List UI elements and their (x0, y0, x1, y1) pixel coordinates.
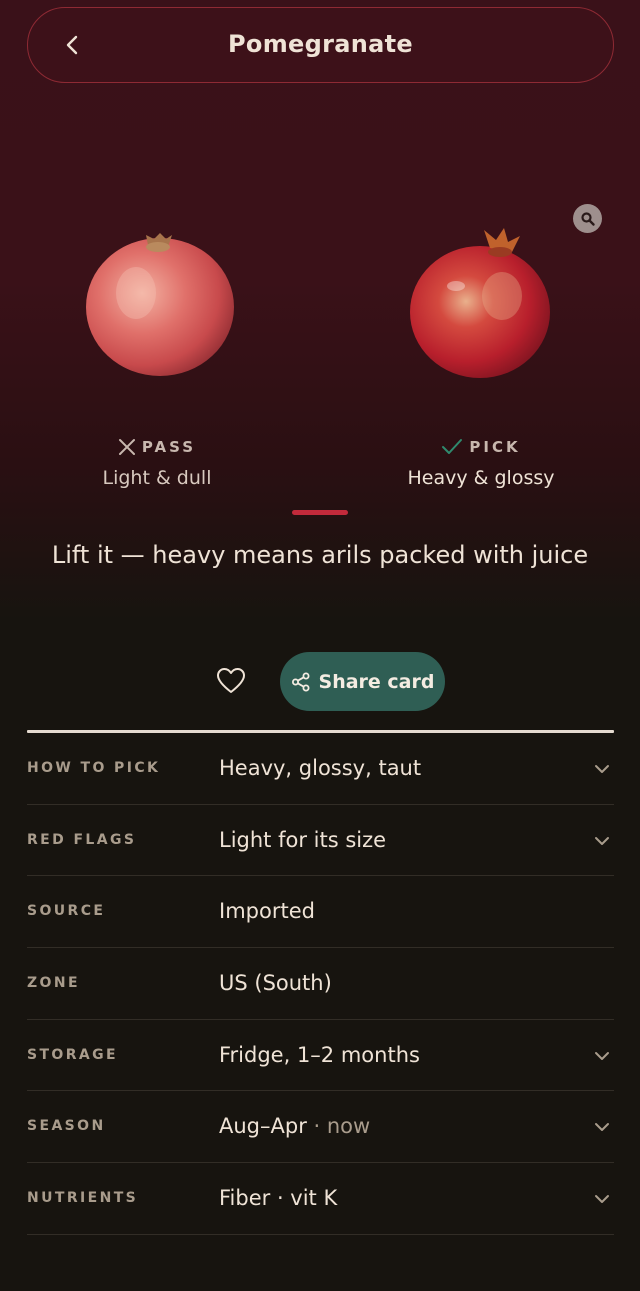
detail-label: HOW TO PICK (27, 760, 161, 776)
pass-fruit-image (86, 233, 234, 376)
chevron-down-icon[interactable] (592, 831, 612, 851)
zoom-button[interactable] (573, 204, 602, 233)
chevron-down-icon[interactable] (592, 1046, 612, 1066)
pass-verdict: PASS Light & dull (27, 436, 287, 489)
detail-row-how-to-pick[interactable]: HOW TO PICK Heavy, glossy, taut (27, 733, 614, 805)
detail-label: SOURCE (27, 903, 106, 920)
detail-row-source: SOURCE Imported (27, 876, 614, 949)
check-icon (442, 439, 463, 454)
detail-label: NUTRIENTS (27, 1190, 139, 1207)
pick-fruit-image (410, 228, 550, 378)
chevron-down-icon[interactable] (592, 1189, 612, 1209)
favorite-button[interactable] (212, 662, 250, 700)
detail-row-nutrients[interactable]: NUTRIENTS Fiber · vit K (27, 1163, 614, 1235)
chevron-down-icon[interactable] (592, 1117, 612, 1137)
detail-row-season[interactable]: SEASON Aug–Apr · now (27, 1091, 614, 1164)
detail-value: Heavy, glossy, taut (219, 756, 422, 780)
detail-row-storage[interactable]: STORAGE Fridge, 1–2 months (27, 1020, 614, 1092)
pass-tag: PASS (141, 438, 197, 456)
x-icon (118, 439, 135, 455)
pick-description: Heavy & glossy (407, 467, 555, 489)
heart-icon (217, 668, 245, 693)
share-card-label: Share card (318, 670, 435, 693)
action-bar: Share card (0, 652, 640, 712)
detail-label: ZONE (27, 975, 80, 992)
detail-value: Fiber · vit K (219, 1186, 338, 1211)
detail-value: Fridge, 1–2 months (219, 1042, 420, 1067)
share-card-button[interactable]: Share card (280, 652, 445, 711)
pass-description: Light & dull (102, 467, 212, 489)
detail-value: Light for its size (219, 827, 387, 852)
chevron-down-icon[interactable] (592, 759, 612, 779)
pick-tag: PICK (469, 438, 521, 456)
carousel-indicator[interactable] (292, 510, 348, 515)
details-list: HOW TO PICK Heavy, glossy, taut RED FLAG… (27, 733, 614, 1235)
detail-label: SEASON (27, 1118, 106, 1135)
magnifier-icon (580, 211, 595, 226)
top-bar: Pomegranate (27, 7, 614, 83)
detail-label: RED FLAGS (27, 831, 137, 848)
tip-text: Lift it — heavy means arils packed with … (51, 541, 589, 569)
detail-value: Imported (219, 899, 315, 924)
page-title: Pomegranate (228, 30, 413, 58)
share-icon (291, 672, 310, 691)
detail-row-red-flags[interactable]: RED FLAGS Light for its size (27, 805, 614, 877)
detail-row-zone: ZONE US (South) (27, 948, 614, 1020)
detail-label: STORAGE (27, 1046, 119, 1063)
detail-value: US (South) (219, 971, 332, 996)
detail-value: Aug–Apr · now (219, 1091, 370, 1162)
season-range: Aug–Apr (219, 1114, 307, 1139)
pick-verdict: PICK Heavy & glossy (351, 436, 611, 489)
season-status: · now (306, 1114, 371, 1139)
